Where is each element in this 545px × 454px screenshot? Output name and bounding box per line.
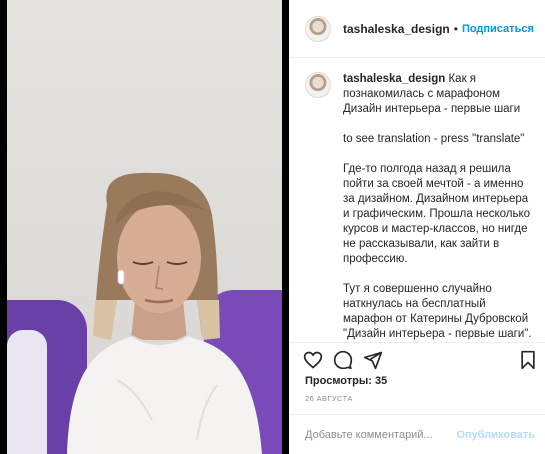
comment-input[interactable] — [305, 428, 457, 441]
header-username[interactable]: tashaleska_design — [343, 22, 450, 36]
post-date: 26 АВГУСТА — [305, 394, 353, 403]
caption-text: tashaleska_design Как я познакомилась с … — [343, 72, 533, 342]
post-video[interactable] — [0, 0, 289, 454]
publish-button[interactable]: Опубликовать — [456, 429, 535, 441]
bookmark-icon[interactable] — [519, 350, 537, 370]
avatar[interactable] — [305, 15, 331, 42]
caption-avatar[interactable] — [305, 72, 331, 98]
caption-username[interactable]: tashaleska_design — [343, 73, 445, 85]
comments-section[interactable]: tashaleska_design Как я познакомилась с … — [289, 58, 545, 342]
action-bar — [289, 342, 545, 374]
comment-box: Опубликовать — [289, 414, 545, 454]
view-count[interactable]: Просмотры: 35 — [305, 375, 387, 387]
post-header: tashaleska_design • Подписаться — [289, 0, 545, 58]
comment-icon[interactable] — [333, 350, 353, 370]
caption-paragraph-2: to see translation - press "translate" — [343, 133, 525, 145]
header-separator: • — [453, 21, 458, 36]
caption-paragraph-3: Где-то полгода назад я решила пойти за с… — [343, 163, 531, 265]
video-frame[interactable] — [7, 0, 282, 454]
heart-icon[interactable] — [303, 350, 323, 370]
woman-figure — [67, 172, 262, 454]
follow-button[interactable]: Подписаться — [462, 23, 534, 35]
caption-paragraph-4: Тут я совершенно случайно наткнулась на … — [343, 283, 532, 340]
share-icon[interactable] — [363, 350, 383, 370]
